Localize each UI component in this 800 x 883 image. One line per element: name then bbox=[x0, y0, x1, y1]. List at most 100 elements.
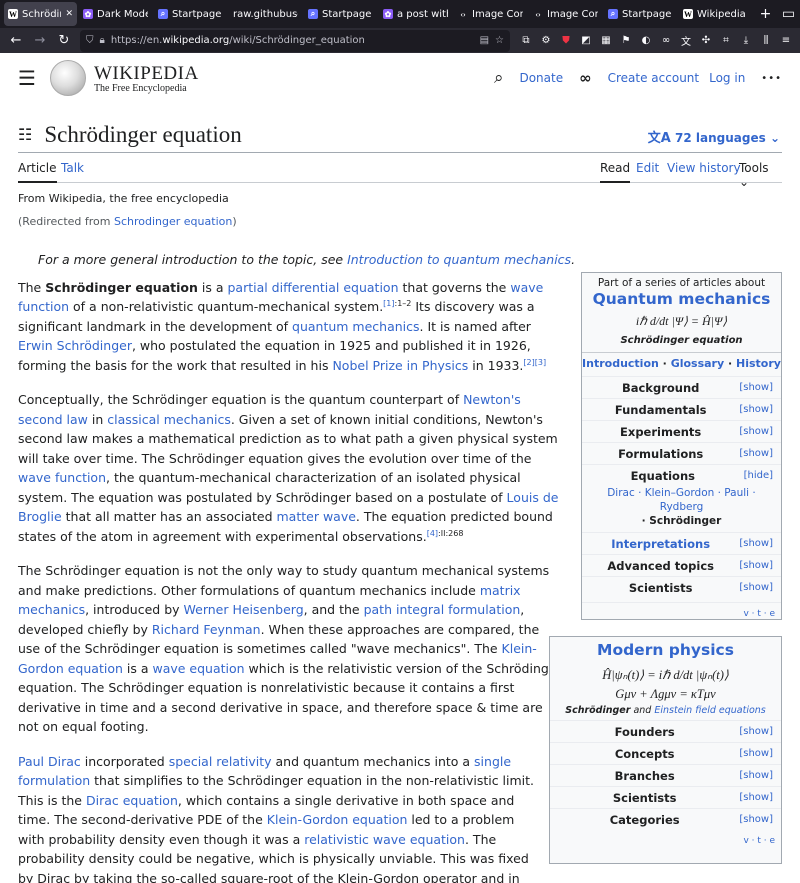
vte-links[interactable]: v · t · e bbox=[582, 602, 781, 619]
search-icon[interactable]: ⌕ bbox=[494, 68, 504, 88]
vte2-links[interactable]: v · t · e bbox=[550, 830, 781, 846]
link-dirac[interactable]: Paul Dirac bbox=[18, 754, 81, 769]
cite-1[interactable]: [1] bbox=[383, 299, 394, 308]
collapsible-row[interactable]: Branches [show] bbox=[550, 764, 781, 786]
link-quantum-mechanics[interactable]: quantum mechanics bbox=[292, 319, 420, 334]
tab-edit[interactable]: Edit bbox=[636, 161, 659, 183]
new-tab-button[interactable]: + bbox=[754, 2, 777, 26]
pocket-icon[interactable]: ⧉ bbox=[519, 34, 533, 48]
hatnote-link[interactable]: Introduction to quantum mechanics bbox=[347, 252, 571, 267]
collapsible-row[interactable]: Advanced topics [show] bbox=[582, 554, 781, 576]
appearance-glasses-icon[interactable]: ∞ bbox=[579, 69, 592, 87]
browser-tab[interactable]: raw.githubuser bbox=[229, 2, 302, 26]
collapsible-row[interactable]: Experiments [show] bbox=[582, 420, 781, 442]
link-dirac-equation[interactable]: Dirac equation bbox=[86, 793, 178, 808]
link-path-integral[interactable]: path integral formulation bbox=[364, 602, 521, 617]
tab-talk[interactable]: Talk bbox=[61, 161, 84, 183]
address-bar[interactable]: ⛉ 🔒︎ https://en.wikipedia.org/wiki/Schrö… bbox=[80, 29, 510, 52]
bookmark-star-icon[interactable]: ☆ bbox=[495, 35, 504, 46]
tab-read[interactable]: Read bbox=[600, 161, 631, 183]
more-options-icon[interactable]: ••• bbox=[761, 73, 782, 84]
link-erwin[interactable]: Erwin Schrödinger bbox=[18, 338, 132, 353]
caption-einstein-link[interactable]: Einstein field equations bbox=[654, 705, 765, 716]
browser-tab[interactable]: W Wikipedia bbox=[679, 2, 752, 26]
row-label[interactable]: Interpretations bbox=[582, 537, 739, 551]
languages-button[interactable]: 文A 72 languages ⌄ bbox=[648, 127, 780, 146]
link-klein-gordon[interactable]: Klein-Gordon equation bbox=[18, 641, 537, 676]
show-hide-toggle[interactable]: [hide] bbox=[744, 470, 773, 481]
library-icon[interactable]: ⫼ bbox=[759, 34, 773, 48]
collapsible-row[interactable]: Categories [show] bbox=[550, 808, 781, 830]
redirect-link[interactable]: Schrodinger equation bbox=[114, 215, 232, 228]
show-hide-toggle[interactable]: [show] bbox=[739, 770, 773, 781]
privacy-badger-icon[interactable]: ◩ bbox=[579, 34, 593, 48]
link-heisenberg[interactable]: Werner Heisenberg bbox=[184, 602, 304, 617]
collapsible-row[interactable]: Interpretations [show] bbox=[582, 532, 781, 554]
show-hide-toggle[interactable]: [show] bbox=[739, 448, 773, 459]
collapsible-row[interactable]: Fundamentals [show] bbox=[582, 398, 781, 420]
sidebar-nav-link[interactable]: Glossary bbox=[671, 357, 724, 370]
link-relativistic-wave[interactable]: relativistic wave equation bbox=[304, 832, 465, 847]
collapsible-row[interactable]: Formulations [show] bbox=[582, 442, 781, 464]
tools-dropdown[interactable]: Tools ⌄ bbox=[739, 161, 782, 189]
tab-view-history[interactable]: View history bbox=[667, 161, 741, 183]
sidebar-title[interactable]: Quantum mechanics bbox=[582, 290, 781, 308]
glasses-icon[interactable]: ∞ bbox=[659, 34, 673, 48]
translate-icon[interactable]: 文 bbox=[679, 34, 693, 48]
grid-extension-icon[interactable]: ▦ bbox=[599, 34, 613, 48]
browser-tab[interactable]: ✿ Dark Mode bbox=[79, 2, 152, 26]
create-account-link[interactable]: Create account bbox=[608, 71, 700, 85]
wikipedia-logo[interactable]: WIKIPEDIA The Free Encyclopedia bbox=[49, 60, 199, 96]
link-feynman[interactable]: Richard Feynman bbox=[152, 622, 261, 637]
screenshot-icon[interactable]: ⌗ bbox=[719, 34, 733, 48]
sidebar-nav-link[interactable]: History bbox=[736, 357, 781, 370]
menu-icon[interactable]: ≡ bbox=[779, 34, 793, 48]
collapsible-row[interactable]: Founders [show] bbox=[550, 720, 781, 742]
forward-arrow-icon[interactable]: → bbox=[28, 30, 52, 52]
collapsible-row[interactable]: Scientists [show] bbox=[582, 576, 781, 598]
browser-tab[interactable]: ‹› Image Comp bbox=[529, 2, 602, 26]
flag-extension-icon[interactable]: ⚑ bbox=[619, 34, 633, 48]
link-newtons-law[interactable]: Newton's second law bbox=[18, 392, 521, 427]
downloads-icon[interactable]: ⤓ bbox=[739, 34, 753, 48]
link-klein-gordon-2[interactable]: Klein-Gordon equation bbox=[267, 812, 408, 827]
donate-link[interactable]: Donate bbox=[519, 71, 563, 85]
equations-links[interactable]: Dirac · Klein–Gordon · Pauli · Rydberg bbox=[607, 487, 756, 513]
cite-2-3[interactable]: [2][3] bbox=[523, 357, 546, 366]
sidebar2-title[interactable]: Modern physics bbox=[550, 641, 781, 659]
dark-reader-icon[interactable]: ◐ bbox=[639, 34, 653, 48]
tab-article[interactable]: Article bbox=[18, 161, 57, 183]
link-wave-function-2[interactable]: wave function bbox=[18, 470, 106, 485]
link-special-relativity[interactable]: special relativity bbox=[169, 754, 272, 769]
ublock-icon[interactable]: ⛊ bbox=[559, 34, 573, 48]
collapsible-row[interactable]: Background [show] bbox=[582, 376, 781, 398]
browser-tab[interactable]: ⌕ Startpage Se bbox=[604, 2, 677, 26]
link-pde[interactable]: partial differential equation bbox=[227, 280, 398, 295]
back-arrow-icon[interactable]: ← bbox=[4, 30, 28, 52]
close-tab-icon[interactable]: ✕ bbox=[65, 9, 73, 19]
shield-icon[interactable]: ⛉ bbox=[86, 35, 94, 46]
show-hide-toggle[interactable]: [show] bbox=[739, 404, 773, 415]
cite-4[interactable]: [4] bbox=[427, 528, 438, 537]
lock-icon[interactable]: 🔒︎ bbox=[100, 35, 105, 46]
reload-icon[interactable]: ↻ bbox=[52, 30, 76, 52]
login-link[interactable]: Log in bbox=[709, 71, 745, 85]
extension-icon[interactable]: ⚙ bbox=[539, 34, 553, 48]
puzzle-icon[interactable]: ✣ bbox=[699, 34, 713, 48]
browser-tab[interactable]: ⌕ Startpage Se bbox=[154, 2, 227, 26]
show-hide-toggle[interactable]: [show] bbox=[739, 560, 773, 571]
main-menu-icon[interactable]: ☰ bbox=[18, 68, 36, 88]
link-matter-wave[interactable]: matter wave bbox=[277, 509, 356, 524]
reader-view-icon[interactable]: ▤ bbox=[480, 35, 489, 46]
link-wave-equation[interactable]: wave equation bbox=[152, 661, 244, 676]
show-hide-toggle[interactable]: [show] bbox=[739, 426, 773, 437]
show-hide-toggle[interactable]: [show] bbox=[739, 726, 773, 737]
link-classical-mechanics[interactable]: classical mechanics bbox=[107, 412, 231, 427]
sidebar-nav-link[interactable]: Introduction bbox=[582, 357, 659, 370]
show-hide-toggle[interactable]: [show] bbox=[739, 382, 773, 393]
list-all-tabs-icon[interactable]: ▭ bbox=[777, 2, 800, 26]
browser-tab[interactable]: ‹› Image Comp bbox=[454, 2, 527, 26]
collapsible-row[interactable]: Scientists [show] bbox=[550, 786, 781, 808]
show-hide-toggle[interactable]: [show] bbox=[739, 748, 773, 759]
show-hide-toggle[interactable]: [show] bbox=[739, 814, 773, 825]
